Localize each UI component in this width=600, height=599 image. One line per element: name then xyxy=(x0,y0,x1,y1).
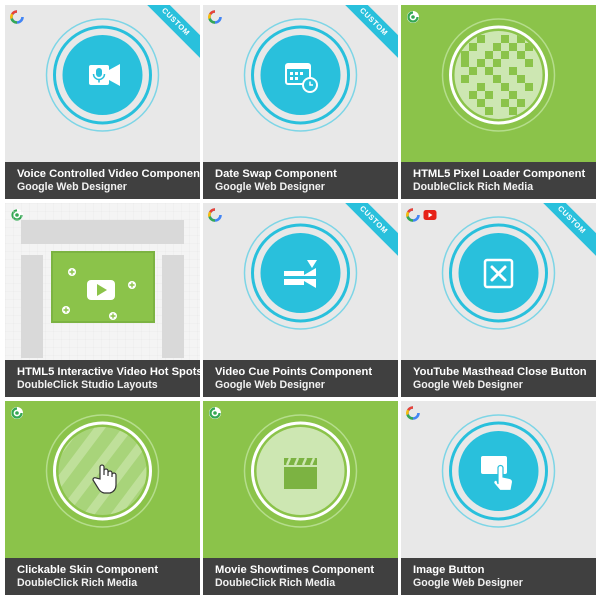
card-caption: Voice Controlled Video Component Google … xyxy=(5,162,200,199)
card-youtube-masthead-close[interactable]: CUSTOM YouTube Masthead Close Button Goo… xyxy=(401,203,596,397)
card-caption: YouTube Masthead Close Button Google Web… xyxy=(401,360,596,397)
card-title: Date Swap Component xyxy=(215,168,337,180)
card-movie-showtimes[interactable]: Movie Showtimes Component DoubleClick Ri… xyxy=(203,401,398,595)
card-subtitle: DoubleClick Rich Media xyxy=(17,577,138,589)
card-subtitle: Google Web Designer xyxy=(17,181,127,193)
card-caption: Video Cue Points Component Google Web De… xyxy=(203,360,398,397)
card-subtitle: Google Web Designer xyxy=(413,379,523,391)
card-subtitle: Google Web Designer xyxy=(215,181,325,193)
card-caption: HTML5 Pixel Loader Component DoubleClick… xyxy=(401,162,596,199)
card-subtitle: Google Web Designer xyxy=(215,379,325,391)
card-video-cue-points[interactable]: CUSTOM Video Cue Points Component Google… xyxy=(203,203,398,397)
card-html5-pixel-loader[interactable]: HTML5 Pixel Loader Component DoubleClick… xyxy=(401,5,596,199)
card-voice-controlled-video[interactable]: CUSTOM Voice Controlled Video Component … xyxy=(5,5,200,199)
card-date-swap[interactable]: CUSTOM Date Swap Component Google Web De… xyxy=(203,5,398,199)
card-title: HTML5 Interactive Video Hot Spots xyxy=(17,366,200,378)
card-title: YouTube Masthead Close Button xyxy=(413,366,587,378)
pixel-grid-icon xyxy=(441,18,556,132)
video-hotspots-icon xyxy=(5,203,200,360)
microphone-video-icon xyxy=(45,18,160,132)
component-gallery-grid: CUSTOM Voice Controlled Video Component … xyxy=(0,0,600,599)
card-title: Image Button xyxy=(413,564,485,576)
touch-image-icon xyxy=(441,414,556,528)
card-title: Video Cue Points Component xyxy=(215,366,373,378)
hand-cursor-icon xyxy=(45,414,160,528)
close-box-icon xyxy=(441,216,556,330)
calendar-clock-icon xyxy=(243,18,358,132)
card-title: Movie Showtimes Component xyxy=(215,564,375,576)
clapperboard-icon xyxy=(243,414,358,528)
card-clickable-skin[interactable]: Clickable Skin Component DoubleClick Ric… xyxy=(5,401,200,595)
card-subtitle: DoubleClick Studio Layouts xyxy=(17,379,158,391)
card-image-button[interactable]: Image Button Google Web Designer xyxy=(401,401,596,595)
card-caption: Movie Showtimes Component DoubleClick Ri… xyxy=(203,558,398,595)
cue-points-icon xyxy=(243,216,358,330)
card-caption: Image Button Google Web Designer xyxy=(401,558,596,595)
card-caption: Date Swap Component Google Web Designer xyxy=(203,162,398,199)
card-title: HTML5 Pixel Loader Component xyxy=(413,168,586,180)
card-caption: Clickable Skin Component DoubleClick Ric… xyxy=(5,558,200,595)
card-subtitle: DoubleClick Rich Media xyxy=(413,181,534,193)
card-subtitle: Google Web Designer xyxy=(413,577,523,589)
card-title: Clickable Skin Component xyxy=(17,564,159,576)
card-interactive-video-hot-spots[interactable]: HTML5 Interactive Video Hot Spots Double… xyxy=(5,203,200,397)
card-caption: HTML5 Interactive Video Hot Spots Double… xyxy=(5,360,200,397)
card-subtitle: DoubleClick Rich Media xyxy=(215,577,336,589)
card-title: Voice Controlled Video Component xyxy=(17,168,200,180)
